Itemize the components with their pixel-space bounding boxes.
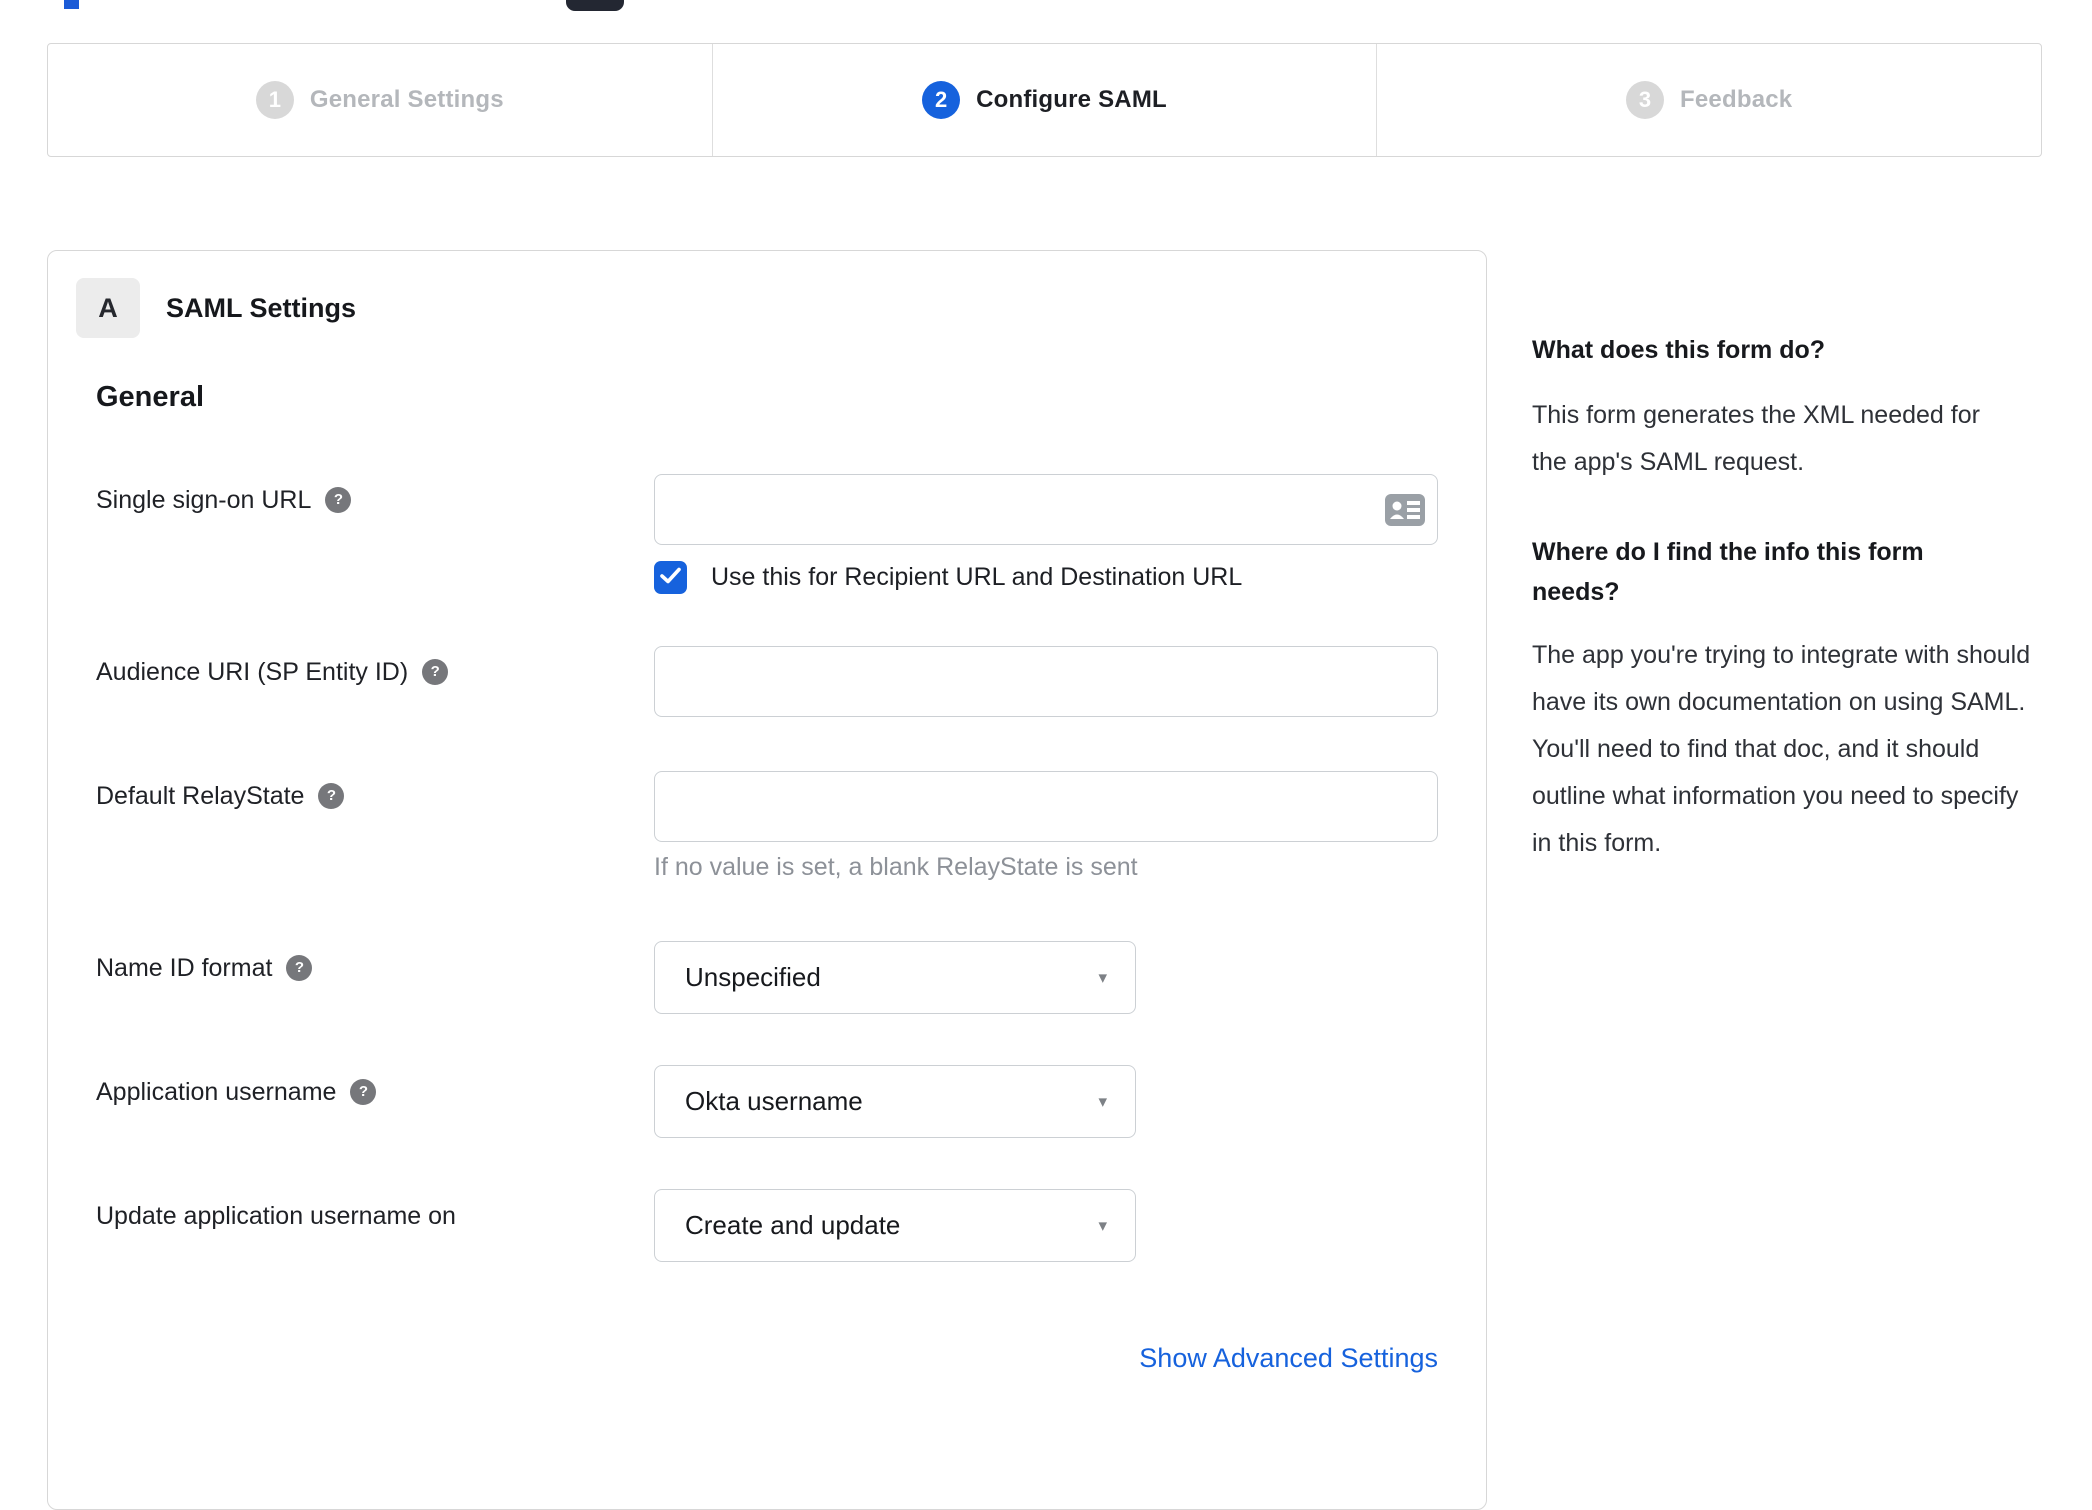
sidebar-body-where: The app you're trying to integrate with …	[1532, 641, 2031, 857]
show-advanced-settings-link[interactable]: Show Advanced Settings	[654, 1343, 1438, 1374]
default-relaystate-label: Default RelayState ?	[96, 781, 345, 811]
default-relaystate-input[interactable]	[654, 771, 1438, 842]
audience-uri-label-text: Audience URI (SP Entity ID)	[96, 658, 409, 686]
cutoff-blue-element	[64, 0, 79, 9]
application-username-select[interactable]: Okta username ▾	[654, 1065, 1136, 1138]
single-sign-on-url-label: Single sign-on URL ?	[96, 485, 352, 515]
help-icon[interactable]: ?	[350, 1079, 377, 1105]
chevron-down-icon: ▾	[1098, 967, 1107, 987]
application-username-label: Application username ?	[96, 1077, 377, 1107]
step-general-settings[interactable]: 1 General Settings	[48, 44, 712, 156]
audience-uri-label: Audience URI (SP Entity ID) ?	[96, 657, 449, 687]
relaystate-hint: If no value is set, a blank RelayState i…	[654, 853, 1138, 881]
help-icon[interactable]: ?	[318, 783, 345, 809]
update-app-username-label: Update application username on	[96, 1201, 456, 1231]
step-2-label: Configure SAML	[976, 86, 1167, 113]
sidebar-heading-what: What does this form do?	[1532, 336, 1826, 364]
update-app-username-value: Create and update	[685, 1210, 901, 1240]
section-a-badge: A	[76, 278, 140, 338]
step-1-label: General Settings	[309, 86, 504, 113]
single-sign-on-url-label-text: Single sign-on URL	[96, 486, 312, 514]
recipient-url-checkbox[interactable]	[654, 561, 687, 594]
application-username-value: Okta username	[685, 1086, 863, 1116]
recipient-url-checkbox-label: Use this for Recipient URL and Destinati…	[711, 563, 1243, 591]
chevron-down-icon: ▾	[1098, 1091, 1107, 1111]
cutoff-dark-element	[566, 0, 624, 11]
wizard-stepper: 1 General Settings 2 Configure SAML 3 Fe…	[47, 43, 2042, 157]
check-icon	[660, 567, 681, 589]
chevron-down-icon: ▾	[1098, 1215, 1107, 1235]
help-icon[interactable]: ?	[325, 487, 352, 513]
step-feedback[interactable]: 3 Feedback	[1376, 44, 2041, 156]
step-3-label: Feedback	[1680, 86, 1793, 113]
sidebar-heading-where: Where do I find the info this form needs…	[1532, 538, 1924, 606]
help-icon[interactable]: ?	[286, 955, 313, 981]
update-app-username-label-text: Update application username on	[96, 1202, 456, 1230]
saml-settings-card: A SAML Settings General Single sign-on U…	[47, 250, 1487, 1510]
card-title: SAML Settings	[166, 293, 357, 323]
help-icon[interactable]: ?	[422, 659, 449, 685]
single-sign-on-url-input[interactable]	[654, 474, 1438, 545]
update-app-username-select[interactable]: Create and update ▾	[654, 1189, 1136, 1262]
default-relaystate-label-text: Default RelayState	[96, 782, 305, 810]
name-id-format-select[interactable]: Unspecified ▾	[654, 941, 1136, 1014]
contact-card-icon	[1384, 493, 1426, 527]
step-3-circle: 3	[1626, 81, 1665, 119]
sidebar-body-what: This form generates the XML needed for t…	[1532, 401, 1980, 476]
general-section-heading: General	[96, 381, 204, 413]
name-id-format-label-text: Name ID format	[96, 954, 273, 982]
audience-uri-input[interactable]	[654, 646, 1438, 717]
name-id-format-label: Name ID format ?	[96, 953, 313, 983]
step-configure-saml[interactable]: 2 Configure SAML	[711, 44, 1377, 156]
application-username-label-text: Application username	[96, 1078, 337, 1106]
name-id-format-value: Unspecified	[685, 962, 821, 992]
step-1-circle: 1	[255, 81, 294, 119]
step-2-circle: 2	[922, 81, 961, 119]
